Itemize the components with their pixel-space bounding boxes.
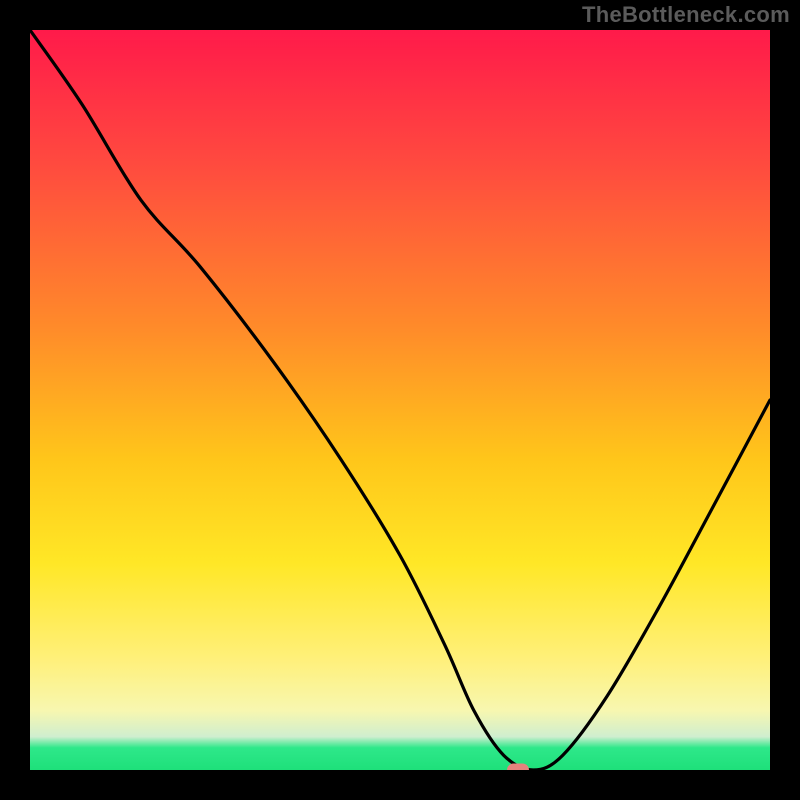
plot-area	[30, 30, 770, 770]
bottleneck-curve	[30, 30, 770, 770]
marker-dot	[507, 764, 529, 771]
watermark-text: TheBottleneck.com	[582, 2, 790, 28]
chart-frame: TheBottleneck.com	[0, 0, 800, 800]
